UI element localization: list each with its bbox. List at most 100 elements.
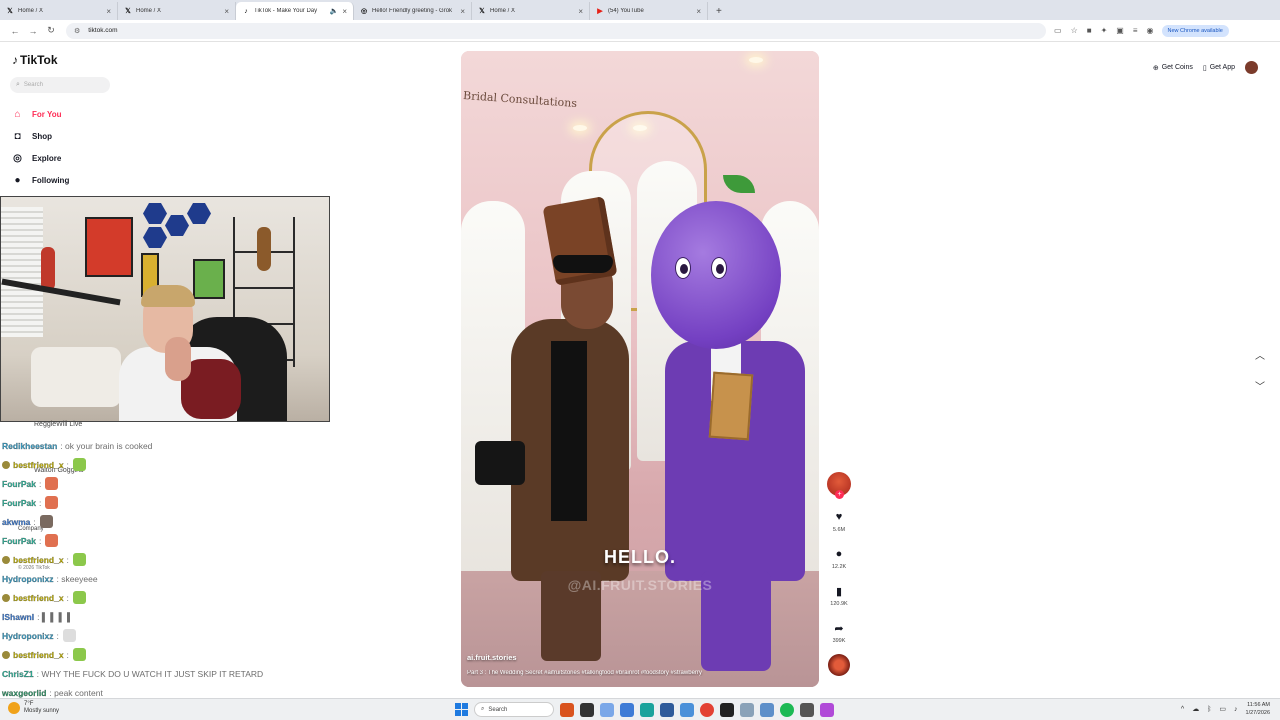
browser-tab[interactable]: 𝕏 Home / X × bbox=[0, 2, 118, 20]
taskbar-app-icon[interactable] bbox=[800, 702, 814, 717]
volume-icon[interactable]: ♪ bbox=[1234, 706, 1238, 713]
video-player[interactable]: Bridal Consultations HELLO. @AI.FRUIT.ST… bbox=[461, 51, 819, 687]
sidebar-item-explore[interactable]: ◎ Explore bbox=[11, 147, 69, 169]
chat-username[interactable]: bestfriend_x bbox=[13, 459, 64, 469]
chat-username[interactable]: Redikheestan bbox=[2, 440, 57, 450]
taskbar-app-icon[interactable] bbox=[760, 702, 774, 717]
network-icon[interactable]: ▭ bbox=[1219, 705, 1226, 713]
edge-icon[interactable] bbox=[640, 702, 654, 717]
chat-message: Redikheestan: ok your brain is cooked bbox=[2, 436, 332, 455]
clock[interactable]: 11:56 AM 1/27/2026 bbox=[1246, 701, 1270, 717]
share-count: 399K bbox=[832, 638, 846, 644]
user-avatar[interactable] bbox=[1245, 61, 1258, 74]
sidebar-item-for-you[interactable]: ⌂ For You bbox=[11, 103, 69, 125]
previous-video-button[interactable]: ︿ bbox=[1250, 344, 1270, 364]
follow-plus-icon[interactable]: + bbox=[835, 490, 844, 499]
sidepanel-icon[interactable]: ▣ bbox=[1116, 26, 1124, 35]
browser-tab[interactable]: 𝕏 Home / X × bbox=[472, 2, 590, 20]
get-coins-button[interactable]: ⊕ Get Coins bbox=[1153, 64, 1193, 72]
windows-start-icon[interactable] bbox=[455, 703, 468, 716]
tiktok-logo[interactable]: ♪ TikTok bbox=[12, 53, 58, 67]
creator-avatar[interactable]: + bbox=[827, 472, 851, 499]
chat-username[interactable]: akwma bbox=[2, 516, 31, 526]
chat-text: : peak content bbox=[49, 687, 103, 698]
tiktok-wordmark: TikTok bbox=[20, 53, 58, 67]
chat-username[interactable]: IShawnI bbox=[2, 611, 34, 621]
weather-widget[interactable]: 7°F Mostly sunny bbox=[8, 701, 59, 715]
chat-username[interactable]: Hydroponixz bbox=[2, 630, 54, 640]
close-icon[interactable]: × bbox=[460, 7, 465, 16]
taskbar-search[interactable]: ⌕ Search bbox=[474, 702, 554, 717]
media-icon[interactable]: ≡ bbox=[1133, 26, 1138, 35]
chat-username[interactable]: waxgeorlid bbox=[2, 687, 47, 697]
reload-icon[interactable]: ↻ bbox=[42, 25, 60, 36]
sidebar-item-following[interactable]: ● Following bbox=[11, 169, 69, 191]
chat-text: : bbox=[39, 535, 42, 546]
forward-icon[interactable]: → bbox=[24, 26, 42, 36]
comment-count: 12.2K bbox=[831, 564, 847, 570]
close-icon[interactable]: × bbox=[224, 7, 229, 16]
chat-username[interactable]: Hydroponixz bbox=[2, 573, 54, 583]
chat-username[interactable]: FourPak bbox=[2, 478, 36, 488]
music-disc-icon[interactable] bbox=[828, 654, 850, 676]
profile-icon[interactable]: ◉ bbox=[1147, 26, 1154, 35]
update-chrome-button[interactable]: New Chrome available bbox=[1161, 24, 1229, 37]
chat-username[interactable]: FourPak bbox=[2, 497, 36, 507]
close-icon[interactable]: × bbox=[578, 7, 583, 16]
video-author[interactable]: ai.fruit.stories bbox=[467, 653, 517, 662]
taskbar-app-icon[interactable] bbox=[820, 702, 834, 717]
taskbar-app-icon[interactable] bbox=[620, 702, 634, 717]
search-input[interactable]: ⌕ Search bbox=[10, 77, 110, 93]
taskbar-app-icon[interactable] bbox=[720, 702, 734, 717]
taskbar-app-icon[interactable] bbox=[660, 702, 674, 717]
close-icon[interactable]: × bbox=[696, 7, 701, 16]
extension-icon[interactable]: ■ bbox=[1087, 26, 1092, 35]
chat-message: Hydroponixz: bbox=[2, 626, 332, 645]
chat-username[interactable]: bestfriend_x bbox=[13, 592, 64, 602]
chat-message: Hydroponixz: skeeyeee bbox=[2, 569, 332, 588]
chat-username[interactable]: ChrisZ1 bbox=[2, 668, 34, 678]
next-video-button[interactable]: ﹀ bbox=[1250, 375, 1270, 395]
chat-message: ChrisZ1: WHY THE FUCK DO U WATCH IT JUST… bbox=[2, 664, 332, 683]
spotify-icon[interactable] bbox=[780, 702, 794, 717]
install-icon[interactable]: ▭ bbox=[1054, 26, 1062, 35]
chat-message: bestfriend_x: bbox=[2, 588, 332, 607]
tray-chevron-icon[interactable]: ^ bbox=[1181, 706, 1184, 713]
speaker-icon[interactable]: 🔈 bbox=[330, 7, 339, 15]
taskbar-app-icon[interactable] bbox=[560, 702, 574, 717]
chat-text: : ▌ ▌ ▌ ▌ bbox=[37, 611, 74, 622]
save-button[interactable]: ▮ 120.9K bbox=[830, 584, 847, 608]
browser-tab[interactable]: ◎ Hello! Friendly greeting - Grok × bbox=[354, 2, 472, 20]
cloud-icon[interactable]: ☁ bbox=[1192, 705, 1199, 713]
site-info-icon[interactable]: ⚙ bbox=[74, 27, 80, 35]
url-text: tiktok.com bbox=[88, 27, 118, 34]
browser-tab[interactable]: ▶ (54) YouTube × bbox=[590, 2, 708, 20]
browser-tab[interactable]: 𝕏 Home / X × bbox=[118, 2, 236, 20]
url-input[interactable]: ⚙ tiktok.com bbox=[66, 22, 1046, 39]
puzzle-icon[interactable]: ✦ bbox=[1101, 26, 1108, 35]
back-icon[interactable]: ← bbox=[6, 26, 24, 36]
chat-username[interactable]: FourPak bbox=[2, 535, 36, 545]
bluetooth-icon[interactable]: ᛒ bbox=[1207, 706, 1211, 713]
like-button[interactable]: ♥ 5.6M bbox=[833, 510, 845, 533]
chat-username[interactable]: bestfriend_x bbox=[13, 554, 64, 564]
comment-button[interactable]: ● 12.2K bbox=[832, 547, 846, 570]
file-explorer-icon[interactable] bbox=[580, 702, 594, 717]
share-button[interactable]: ➦ 399K bbox=[832, 621, 846, 645]
taskbar-app-icon[interactable] bbox=[680, 702, 694, 717]
chat-text: : bbox=[66, 649, 69, 660]
sidebar-item-shop[interactable]: ◘ Shop bbox=[11, 125, 69, 147]
get-app-button[interactable]: ▯ Get App bbox=[1203, 64, 1235, 72]
x-icon: 𝕏 bbox=[7, 8, 13, 15]
browser-tab[interactable]: ♪ TikTok - Make Your Day 🔈 × bbox=[236, 2, 354, 20]
close-icon[interactable]: × bbox=[342, 7, 347, 16]
taskbar-app-icon[interactable] bbox=[740, 702, 754, 717]
chrome-icon[interactable] bbox=[700, 702, 714, 717]
bookmark-star-icon[interactable]: ☆ bbox=[1071, 26, 1078, 35]
close-icon[interactable]: × bbox=[106, 7, 111, 16]
x-icon: 𝕏 bbox=[479, 8, 485, 15]
new-tab-icon[interactable]: + bbox=[716, 6, 722, 17]
chat-username[interactable]: bestfriend_x bbox=[13, 649, 64, 659]
video-caption: HELLO. bbox=[604, 547, 676, 567]
taskbar-app-icon[interactable] bbox=[600, 702, 614, 717]
